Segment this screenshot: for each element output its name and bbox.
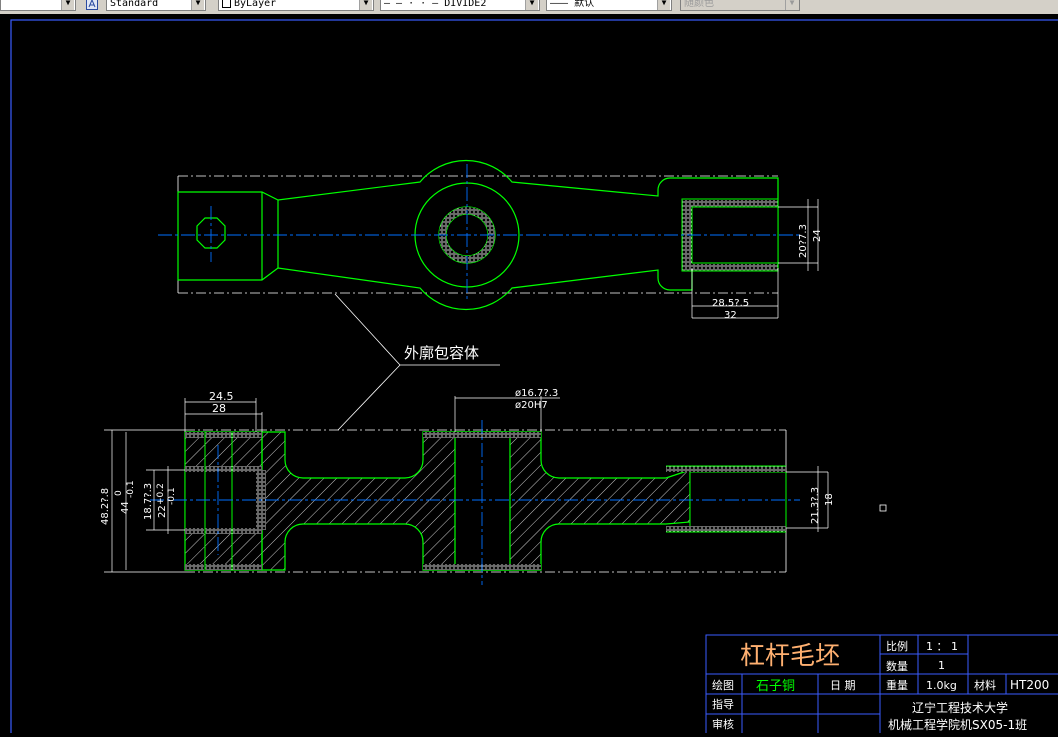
sec-dim-bore-a: ø16.7?.3 (515, 388, 558, 399)
chevron-down-icon[interactable]: ▼ (657, 0, 670, 10)
drawing-canvas[interactable]: 28.5?.5 32 20?7.3 24 外廓包容体 24.5 28 ø16.7… (0, 14, 1058, 737)
sec-dim-left-outer-b1: -0.1 (126, 480, 136, 498)
date-label: 日 期 (830, 679, 856, 692)
sec-dim-left-outer-b: 44 (120, 501, 131, 514)
lineweight-select[interactable]: ——— 默认 ▼ (546, 0, 672, 11)
lineweight-value: ——— 默认 (550, 0, 595, 9)
drawn-label: 绘图 (712, 678, 734, 692)
sec-dim-right-b: 18 (824, 493, 835, 506)
sec-dim-left-outer-b0: 0 (114, 490, 124, 496)
chevron-down-icon[interactable]: ▼ (191, 0, 204, 10)
scale-label: 比例 (886, 639, 908, 653)
toolbar-combo-left[interactable]: ▼ (0, 0, 76, 11)
sec-dim-left-inner-b0: +0.2 (156, 483, 166, 505)
qty-value: 1 (938, 659, 945, 672)
properties-toolbar: ▼ Standard ▼ ByLayer ▼ — — · · — DIVIDE2 ▼ … (0, 0, 1058, 14)
color-value: ByLayer (234, 0, 277, 9)
text-style-select[interactable]: Standard ▼ (106, 0, 206, 11)
drawing-title: 杠杆毛坯 (740, 641, 840, 670)
top-dim-height-a: 20?7.3 (798, 224, 809, 258)
color-swatch-icon (222, 0, 231, 8)
top-dim-width-b: 32 (724, 310, 737, 321)
plot-style-select: 随颜色 ▼ (680, 0, 800, 11)
linetype-select[interactable]: — — · · — DIVIDE2 ▼ (380, 0, 540, 11)
class-name: 机械工程学院机SX05-1班 (888, 717, 1027, 732)
drawn-value: 石子铜 (756, 679, 795, 694)
material-label: 材料 (974, 678, 996, 692)
sec-dim-top-b: 28 (212, 402, 226, 415)
text-style-value: Standard (110, 0, 159, 9)
envelope-callout: 外廓包容体 (334, 293, 500, 431)
sec-dim-left-inner-b: 22 (157, 505, 168, 518)
weight-value: 1.0kg (926, 679, 957, 692)
callout-label: 外廓包容体 (404, 344, 479, 362)
top-dim-width-a: 28.5?.5 (712, 298, 749, 309)
qty-label: 数量 (886, 660, 908, 673)
chevron-down-icon: ▼ (785, 0, 798, 10)
top-view: 28.5?.5 32 20?7.3 24 (158, 160, 823, 321)
sec-dim-right-a: 21.3?.3 (810, 487, 821, 524)
sec-dim-left-outer-a: 48.2?.8 (100, 488, 111, 525)
scale-value: 1 ： 1 (926, 640, 958, 653)
pickbox-cursor (879, 504, 887, 512)
guide-label: 指导 (712, 697, 734, 711)
chevron-down-icon[interactable]: ▼ (359, 0, 372, 10)
sec-dim-left-inner-b1: -0.1 (167, 487, 177, 505)
material-value: HT200 (1010, 678, 1049, 692)
chevron-down-icon[interactable]: ▼ (525, 0, 538, 10)
color-select[interactable]: ByLayer ▼ (218, 0, 374, 11)
drawing-frame (10, 19, 1058, 737)
text-style-icon[interactable] (86, 0, 98, 10)
school-name: 辽宁工程技术大学 (912, 700, 1008, 715)
sec-dim-bore-b: ø20H7 (515, 400, 548, 411)
linetype-value: — — · · — DIVIDE2 (384, 0, 487, 9)
top-dim-height-b: 24 (812, 229, 823, 242)
review-label: 审核 (712, 717, 734, 731)
chevron-down-icon[interactable]: ▼ (61, 0, 74, 10)
plot-style-value: 随颜色 (684, 0, 714, 9)
sec-dim-left-inner-a: 18.7?.3 (143, 483, 154, 520)
weight-label: 重量 (886, 678, 908, 692)
section-view: 24.5 28 ø16.7?.3 ø20H7 48.2?.8 0 44 -0.1… (100, 388, 835, 585)
